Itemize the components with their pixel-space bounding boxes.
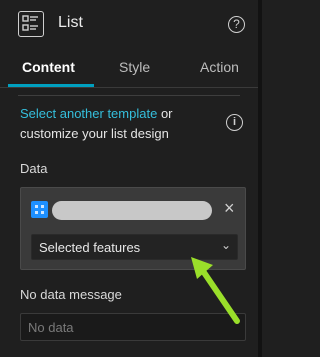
tab-style[interactable]: Style [119,59,150,75]
panel-edge [258,0,262,357]
list-widget-icon [18,11,44,37]
data-source-name-redacted [52,201,212,220]
tab-bar: Content Style Action [0,52,258,88]
panel-title: List [58,14,83,31]
data-view-select-value: Selected features [39,240,141,255]
template-prompt: Select another template or customize you… [20,104,220,144]
help-circle-icon[interactable]: ? [228,16,245,33]
annotation-arrow-icon [191,257,240,324]
feature-layer-icon [31,201,48,218]
no-data-message-label: No data message [20,287,122,302]
settings-panel: List ? Content Style Action Select anoth… [0,0,262,357]
info-icon[interactable]: i [226,114,243,131]
active-tab-indicator [8,84,94,87]
section-divider [18,95,240,96]
select-template-link[interactable]: Select another template [20,106,157,121]
close-icon[interactable]: × [224,198,235,218]
data-section-label: Data [20,161,48,176]
panel-header: List ? [0,0,258,48]
tab-action[interactable]: Action [200,59,239,75]
tab-content[interactable]: Content [22,59,75,75]
chevron-down-icon: ⌄ [221,238,232,252]
